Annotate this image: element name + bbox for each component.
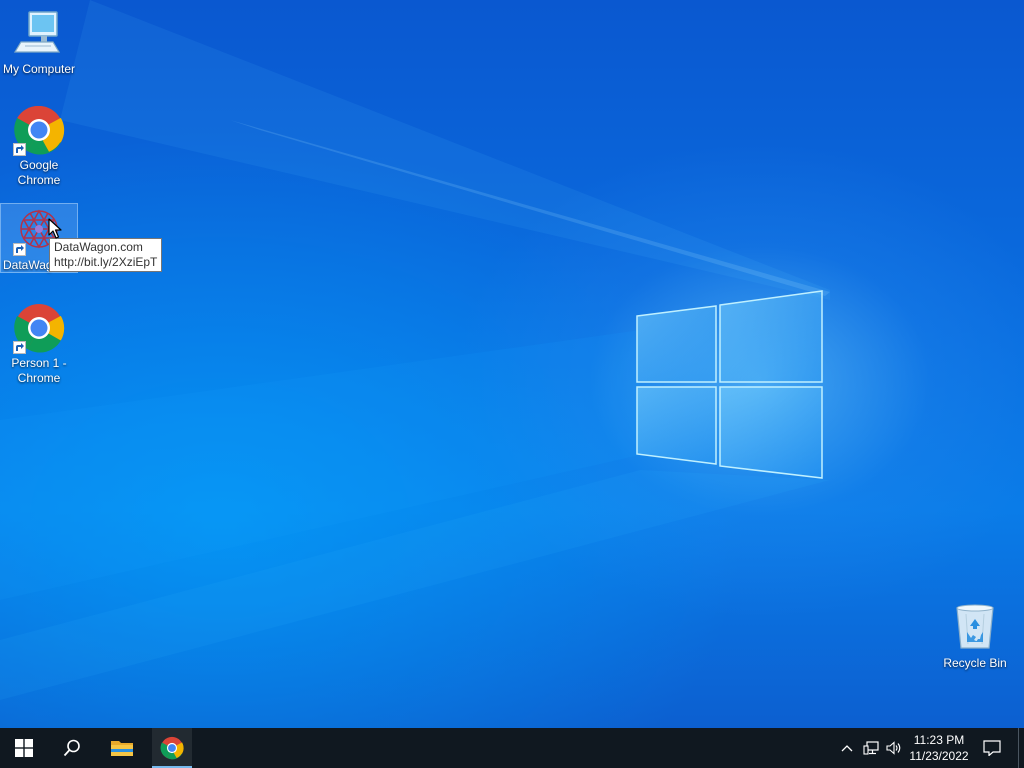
wallpaper-art (0, 0, 830, 700)
shortcut-arrow-icon (13, 143, 26, 156)
windows-start-icon (15, 739, 33, 757)
action-center-button[interactable] (978, 728, 1006, 768)
chevron-up-icon (841, 745, 853, 752)
desktop-icon-recycle-bin[interactable]: Recycle Bin (936, 602, 1014, 671)
search-button[interactable] (48, 728, 96, 768)
desktop-icon-my-computer[interactable]: My Computer (0, 8, 78, 77)
taskbar-chrome[interactable] (152, 728, 192, 768)
notification-icon (983, 740, 1001, 756)
desktop-wallpaper[interactable]: My Computer Google Chrome DataWagon Pers… (0, 0, 1024, 728)
desktop-icon-label: Person 1 - Chrome (11, 356, 67, 385)
computer-icon (13, 8, 65, 60)
show-desktop-button[interactable] (1018, 728, 1024, 768)
tooltip-title: DataWagon.com (54, 240, 143, 254)
tooltip-url: http://bit.ly/2XziEpT (54, 255, 158, 269)
clock[interactable]: 11:23 PM 11/23/2022 (906, 728, 972, 768)
clock-time: 11:23 PM (913, 733, 965, 747)
volume-button[interactable] (883, 728, 905, 768)
clock-date: 11/23/2022 (909, 749, 969, 763)
desktop-icon-label: Google Chrome (17, 158, 61, 187)
taskbar-file-explorer[interactable] (98, 728, 146, 768)
recycle-bin-icon (949, 602, 1001, 654)
taskbar: 11:23 PM 11/23/2022 (0, 728, 1024, 768)
start-button[interactable] (0, 728, 48, 768)
network-icon (863, 741, 879, 755)
volume-icon (886, 741, 901, 755)
desktop-icon-google-chrome[interactable]: Google Chrome (0, 104, 78, 188)
chrome-icon (13, 104, 65, 156)
desktop-icon-label: My Computer (2, 62, 76, 76)
file-explorer-icon (111, 741, 133, 756)
chrome-icon (13, 302, 65, 354)
network-button[interactable] (860, 728, 882, 768)
tooltip: DataWagon.com http://bit.ly/2XziEpT (49, 238, 163, 272)
desktop-icon-label: Recycle Bin (943, 656, 1007, 670)
shortcut-arrow-icon (13, 341, 26, 354)
show-hidden-icons-button[interactable] (836, 728, 858, 768)
chrome-icon (160, 736, 184, 760)
shortcut-arrow-icon (13, 243, 26, 256)
desktop-icon-person1-chrome[interactable]: Person 1 - Chrome (0, 302, 78, 386)
mouse-cursor-icon (48, 218, 62, 239)
search-icon (63, 739, 80, 757)
